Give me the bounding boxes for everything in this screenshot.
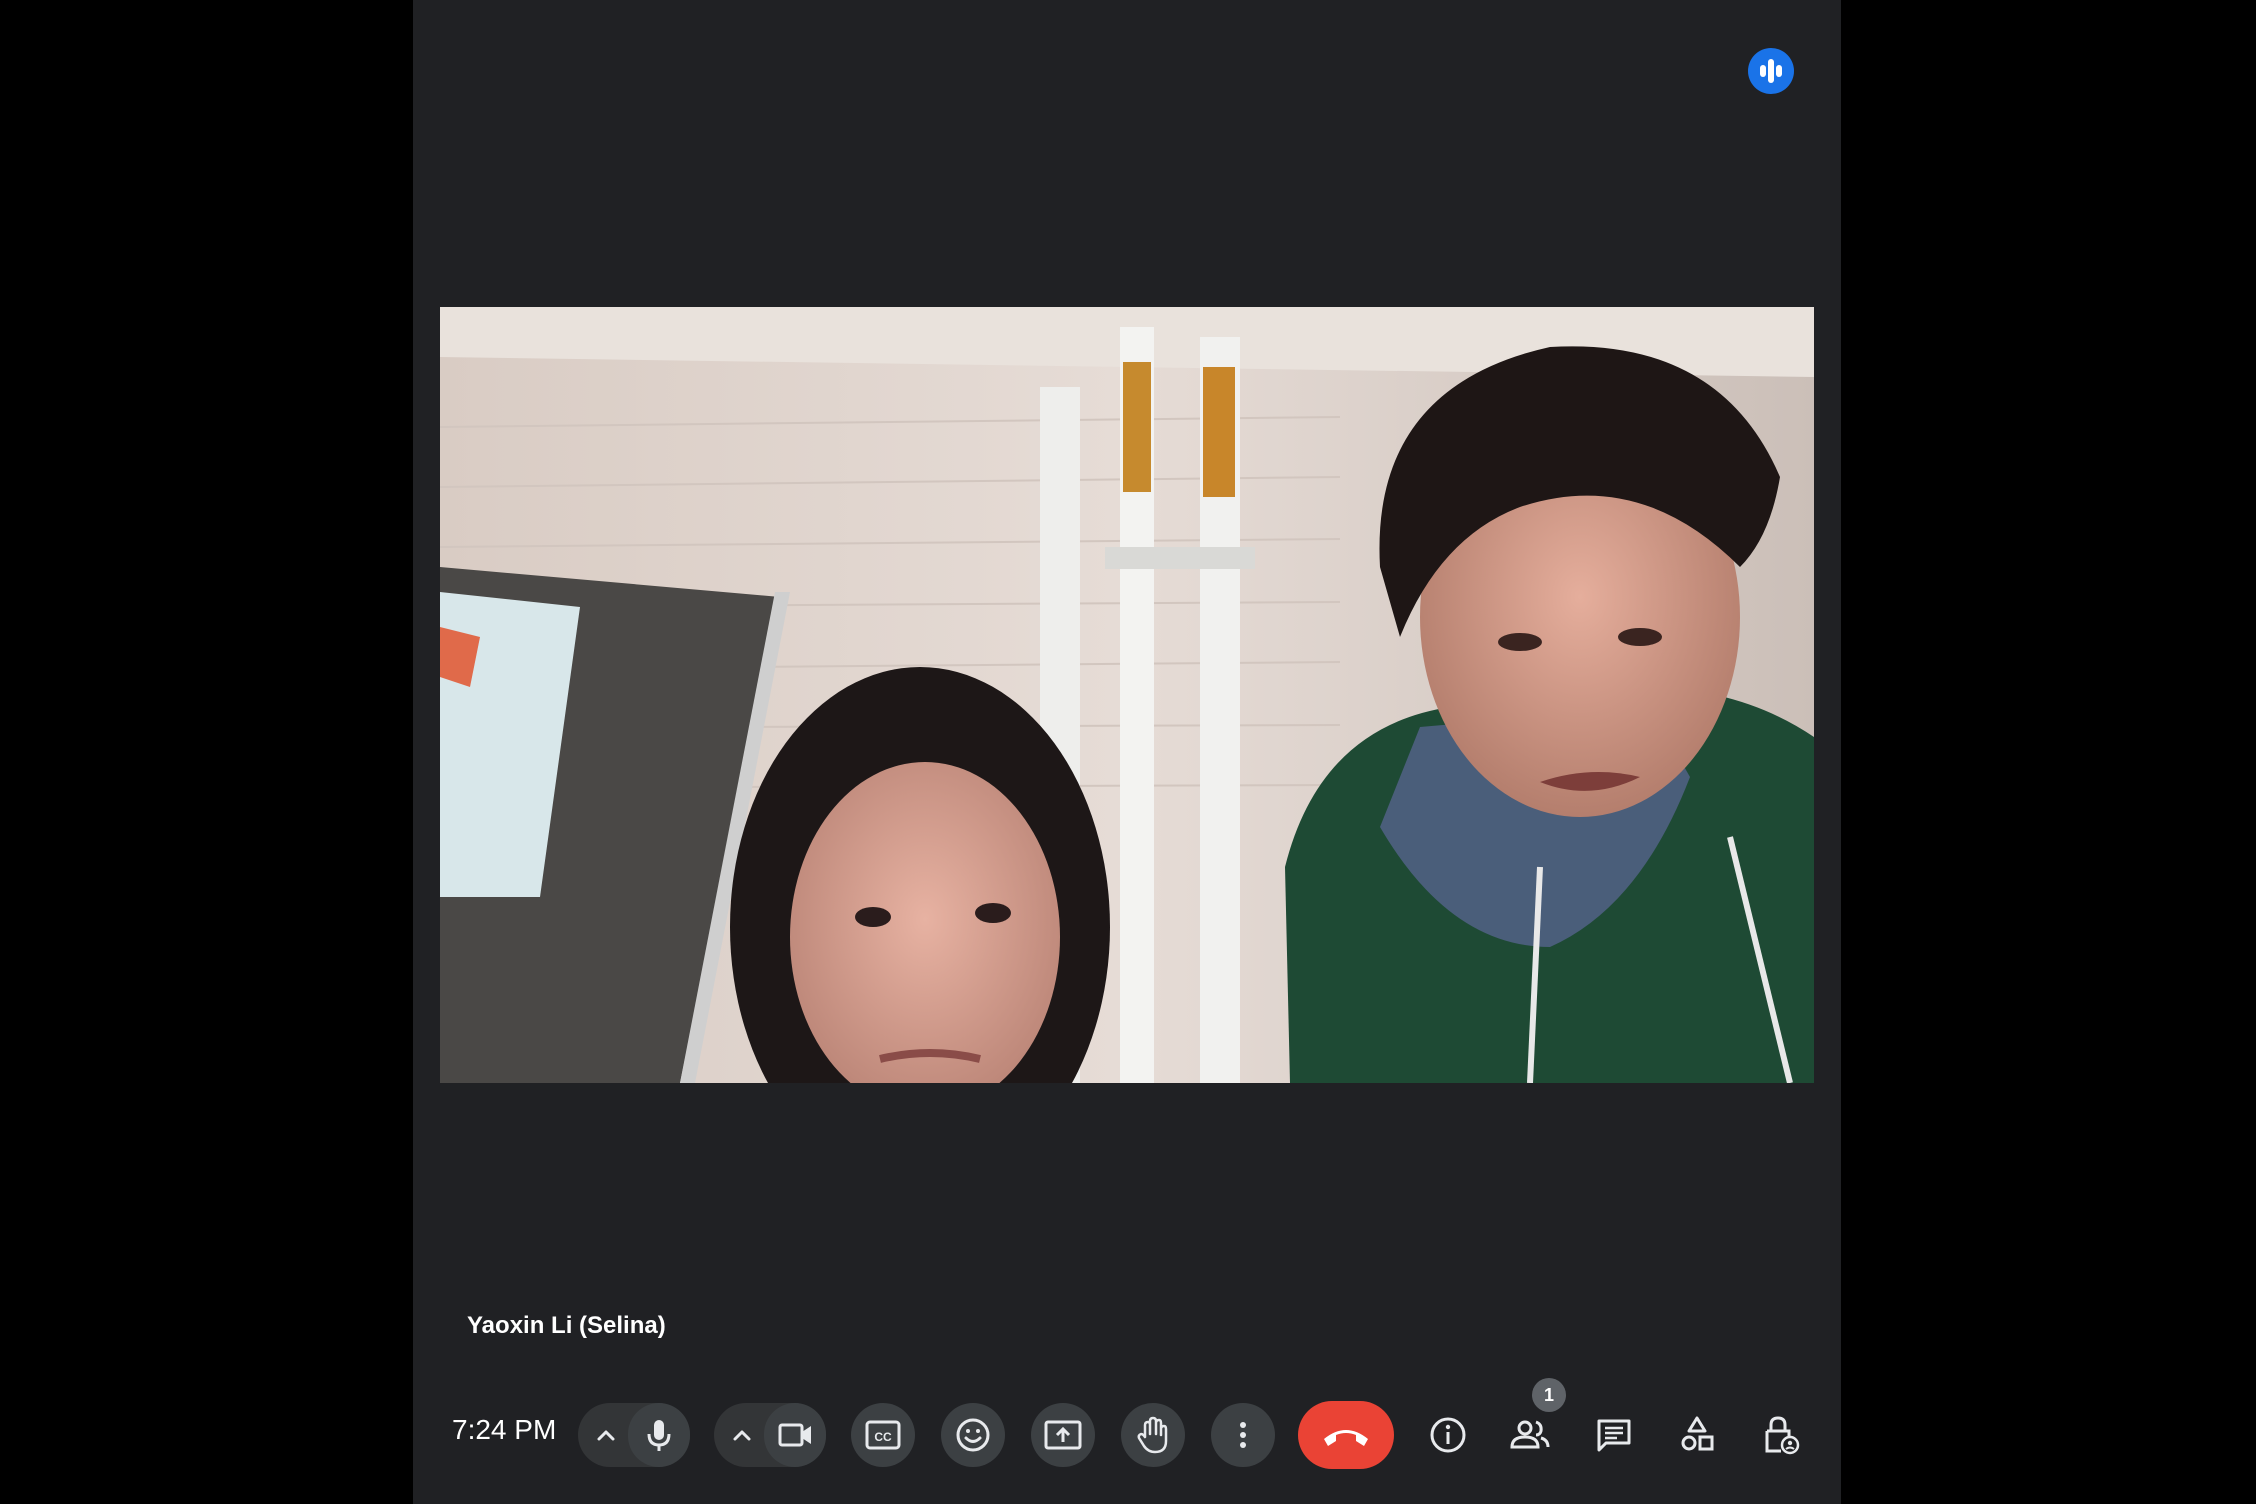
microphone-icon xyxy=(647,1420,671,1451)
meeting-details-button[interactable] xyxy=(1418,1405,1478,1465)
captions-button[interactable]: CC xyxy=(851,1403,915,1467)
video-frame xyxy=(440,307,1814,1083)
chevron-up-icon xyxy=(733,1430,751,1441)
activities-icon xyxy=(1681,1416,1714,1451)
info-icon xyxy=(1430,1417,1466,1453)
chat-icon xyxy=(1597,1419,1631,1452)
end-call-button[interactable] xyxy=(1298,1401,1394,1469)
microphone-button[interactable] xyxy=(628,1403,690,1467)
microphone-control-group xyxy=(578,1403,690,1467)
chat-button[interactable] xyxy=(1584,1405,1644,1465)
participants-count-badge: 1 xyxy=(1532,1378,1566,1412)
hang-up-icon xyxy=(1324,1430,1368,1446)
present-screen-icon xyxy=(1044,1420,1082,1450)
audio-options-button[interactable] xyxy=(578,1403,634,1467)
svg-text:CC: CC xyxy=(874,1430,892,1444)
activities-button[interactable] xyxy=(1667,1405,1727,1465)
raise-hand-button[interactable] xyxy=(1121,1403,1185,1467)
videocam-icon xyxy=(778,1423,811,1447)
lock-person-icon xyxy=(1765,1416,1800,1455)
people-icon xyxy=(1510,1420,1550,1449)
video-options-button[interactable] xyxy=(714,1403,770,1467)
hand-icon xyxy=(1137,1416,1168,1454)
host-controls-button[interactable] xyxy=(1750,1405,1810,1465)
meeting-time: 7:24 PM xyxy=(452,1414,557,1445)
chevron-up-icon xyxy=(597,1430,615,1441)
camera-button[interactable] xyxy=(764,1403,826,1467)
speaking-indicator-icon xyxy=(1748,48,1794,94)
participant-name-label: Yaoxin Li (Selina) xyxy=(467,1312,666,1339)
present-screen-button[interactable] xyxy=(1031,1403,1095,1467)
more-options-button[interactable] xyxy=(1211,1403,1275,1467)
more-vertical-icon xyxy=(1240,1422,1246,1448)
participant-video xyxy=(440,307,1814,1083)
closed-captions-icon: CC xyxy=(865,1420,901,1450)
reactions-button[interactable] xyxy=(941,1403,1005,1467)
people-button[interactable] xyxy=(1500,1405,1560,1465)
camera-control-group xyxy=(714,1403,826,1467)
emoji-icon xyxy=(956,1418,990,1452)
